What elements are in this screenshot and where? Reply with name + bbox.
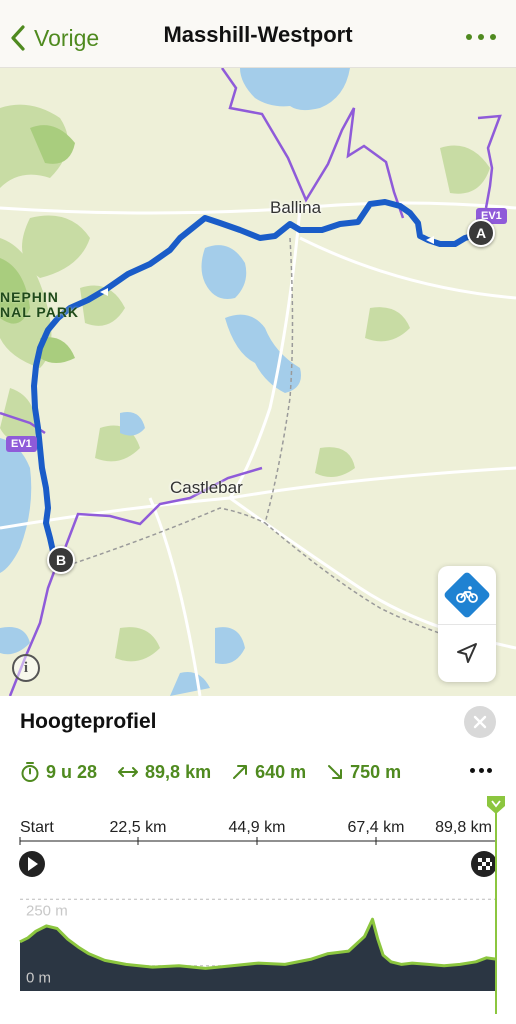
navigation-arrow-icon: [457, 642, 477, 663]
county-borders: [0, 68, 502, 696]
x-tick-label: 89,8 km: [435, 819, 492, 836]
navigation-bar: Vorige Masshill-Westport: [0, 0, 516, 68]
forest-areas: [0, 104, 490, 662]
chevron-left-icon: [11, 25, 25, 51]
route-badge-ev1-west: EV1: [6, 436, 37, 452]
back-label: Vorige: [34, 24, 100, 51]
start-marker[interactable]: A: [467, 219, 495, 247]
x-tick-label: 44,9 km: [229, 819, 286, 836]
back-button[interactable]: Vorige: [10, 20, 99, 56]
end-marker[interactable]: B: [47, 546, 75, 574]
y-tick-label-0: 0 m: [26, 970, 51, 987]
route-map[interactable]: Ballina Castlebar NEPHIN NAL PARK EV1 EV…: [0, 68, 516, 696]
more-options-button[interactable]: [466, 26, 496, 48]
place-label-ballina: Ballina: [270, 198, 322, 217]
bicycle-icon: [442, 570, 492, 620]
elevation-chart-svg: Start 22,5 km 44,9 km 67,4 km 89,8 km 250 m: [19, 796, 505, 1014]
elevation-chart[interactable]: Start 22,5 km 44,9 km 67,4 km 89,8 km 250 m: [0, 696, 516, 1024]
map-controls: [438, 566, 496, 682]
route-line: [31, 199, 483, 559]
locate-me-button[interactable]: [438, 624, 496, 682]
finish-flag-icon: [471, 851, 497, 877]
x-tick-label: 22,5 km: [110, 819, 167, 836]
start-flag-icon: [19, 851, 45, 877]
info-icon: i: [23, 659, 29, 676]
elevation-panel: Hoogteprofiel 9 u 28 89,8 km 640 m 750 m…: [0, 696, 516, 1024]
park-label-line-1: NEPHIN: [0, 289, 59, 305]
park-label-line-2: NAL PARK: [0, 304, 80, 320]
park-label: NEPHIN NAL PARK: [0, 290, 79, 320]
x-tick-label: 67,4 km: [348, 819, 405, 836]
cycle-layer-button[interactable]: [438, 566, 496, 624]
position-cursor-handle[interactable]: [487, 796, 505, 814]
x-tick-label: Start: [20, 819, 54, 836]
more-dots-icon: [466, 34, 472, 40]
y-tick-label-250: 250 m: [26, 902, 68, 919]
map-info-button[interactable]: i: [12, 654, 40, 682]
place-label-castlebar: Castlebar: [170, 478, 243, 497]
